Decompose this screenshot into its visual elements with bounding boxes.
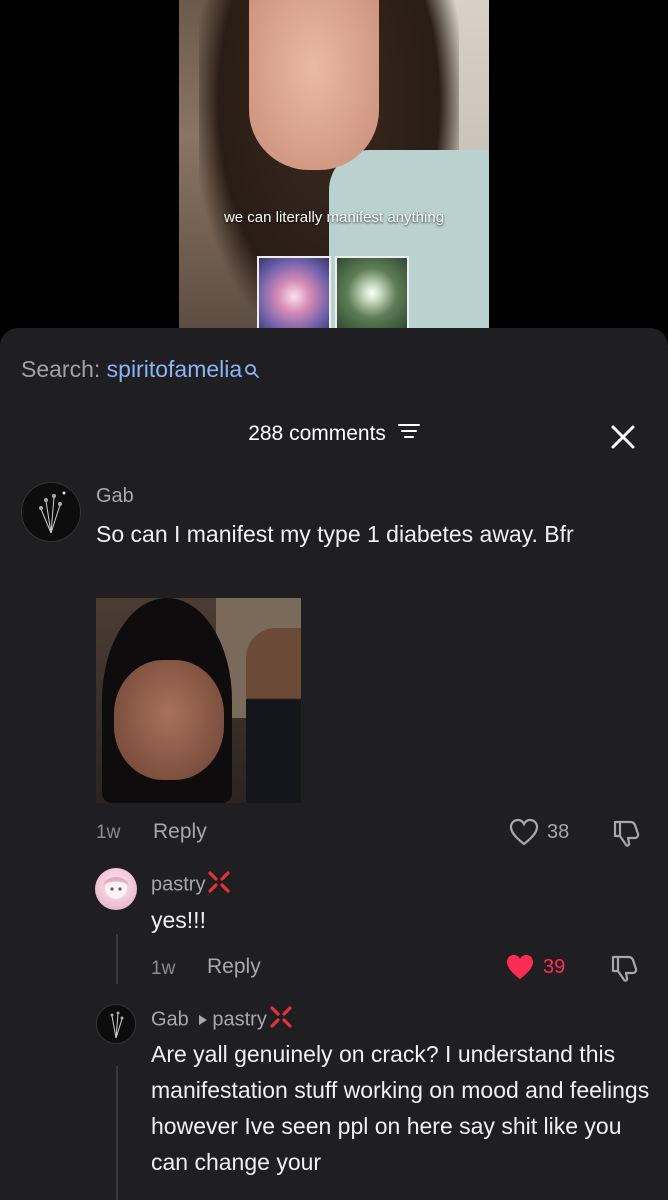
comments-header: 288 comments — [0, 422, 668, 454]
comments-sheet: Search: spiritofamelia 288 comments Gab … — [0, 328, 668, 1200]
search-icon — [244, 358, 260, 385]
like-count: 38 — [547, 821, 570, 843]
reply-username-text: Gab — [151, 1008, 189, 1031]
reply-time: 1w — [151, 958, 176, 979]
anger-symbol-icon — [207, 870, 231, 900]
comment-count: 288 comments — [248, 422, 386, 445]
thread-line — [116, 1066, 118, 1200]
light-thumbnail — [335, 256, 409, 330]
search-suggestion[interactable]: Search: spiritofamelia — [21, 356, 260, 385]
filter-lines-icon[interactable] — [397, 422, 420, 446]
like-count: 39 — [543, 956, 566, 978]
heart-icon[interactable] — [505, 953, 535, 986]
reply-button[interactable]: Reply — [207, 955, 261, 979]
comment-time: 1w — [96, 822, 121, 843]
video-caption: we can literally manifest anything — [223, 209, 445, 226]
right-triangle-icon — [198, 1009, 208, 1032]
video-face — [249, 0, 379, 170]
video-player[interactable]: we can literally manifest anything — [0, 0, 668, 340]
gif-man — [246, 628, 301, 803]
anime-avatar-icon — [103, 877, 129, 899]
reply-text: yes!!! — [151, 907, 206, 933]
dried-flowers-icon — [39, 491, 66, 534]
close-icon[interactable] — [608, 422, 638, 452]
reply-username-text: pastry — [151, 873, 206, 896]
comment-gif-image[interactable] — [96, 598, 301, 803]
dried-flowers-icon — [110, 1011, 124, 1039]
reply-text: Are yall genuinely on crack? I understan… — [151, 1041, 650, 1175]
lotus-thumbnail — [257, 256, 331, 330]
comment-username[interactable]: Gab — [96, 485, 134, 508]
reply-button[interactable]: Reply — [153, 820, 207, 844]
comment-text: So can I manifest my type 1 diabetes awa… — [96, 521, 574, 547]
search-label: Search: — [21, 356, 101, 382]
thread-line — [116, 934, 118, 984]
thumbs-down-icon[interactable] — [611, 818, 641, 853]
avatar-gab[interactable] — [21, 482, 81, 542]
search-query-link[interactable]: spiritofamelia — [107, 356, 243, 382]
video-frame[interactable]: we can literally manifest anything — [179, 0, 489, 340]
reply-username[interactable]: Gab pastry — [151, 1005, 293, 1035]
avatar-gab[interactable] — [96, 1004, 136, 1044]
avatar-pastry[interactable] — [95, 868, 137, 910]
gif-woman-face — [114, 660, 224, 780]
anger-symbol-icon — [269, 1005, 293, 1035]
thumbs-down-icon[interactable] — [609, 953, 639, 988]
reply-username[interactable]: pastry — [151, 870, 231, 900]
heart-icon[interactable] — [509, 818, 539, 851]
reply-to-username[interactable]: pastry — [212, 1008, 266, 1030]
